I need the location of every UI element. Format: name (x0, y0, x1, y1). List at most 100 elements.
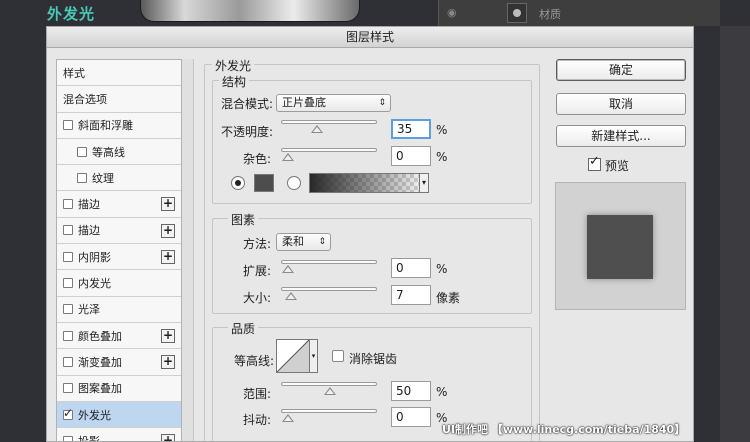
size-slider-knob[interactable] (284, 292, 297, 300)
blend-mode-value: 正片叠底 (282, 96, 326, 109)
preview-checkbox[interactable] (588, 154, 601, 171)
style-item[interactable]: 混合选项 (57, 86, 181, 113)
range-slider[interactable] (281, 382, 377, 395)
style-item-label: 内发光 (78, 277, 111, 291)
jitter-label: 抖动: (243, 413, 272, 427)
spread-input[interactable]: 0 (391, 258, 431, 278)
dialog-title: 图层样式 (47, 27, 693, 48)
style-item-checkbox[interactable] (77, 146, 87, 157)
contour-dropdown-arrow[interactable]: ▾ (310, 339, 318, 373)
jitter-input[interactable]: 0 (391, 407, 431, 427)
elements-title: 图素 (228, 211, 259, 228)
style-item-label: 混合选项 (63, 92, 107, 106)
noise-slider[interactable] (281, 148, 377, 161)
blend-mode-label: 混合模式: (221, 97, 274, 111)
range-slider-knob[interactable] (324, 387, 336, 395)
chevron-updown-icon: ⇕ (318, 237, 326, 247)
new-style-button[interactable]: 新建样式... (556, 125, 686, 147)
workspace-title: 外发光 (47, 5, 96, 23)
add-style-plus-icon[interactable]: + (161, 355, 175, 370)
structure-title: 结构 (219, 73, 250, 90)
size-input[interactable]: 7 (391, 285, 431, 305)
opacity-slider-knob[interactable] (311, 125, 324, 133)
layer-name: 材质 (539, 8, 561, 21)
range-label: 范围: (243, 387, 272, 401)
add-style-plus-icon[interactable]: + (161, 223, 175, 238)
style-item[interactable]: 纹理 (57, 165, 181, 192)
style-item-checkbox[interactable] (63, 199, 73, 210)
gradient-dropdown-arrow[interactable]: ▾ (419, 173, 429, 193)
canvas-shape-preview (140, 0, 360, 22)
style-item[interactable]: 内阴影 + (57, 244, 181, 271)
jitter-slider[interactable] (281, 409, 377, 422)
style-item[interactable]: 图案叠加 (57, 375, 181, 402)
preview-label: 预览 (605, 159, 630, 173)
style-item-checkbox[interactable] (77, 172, 87, 183)
style-item-checkbox[interactable] (63, 304, 73, 315)
opacity-input[interactable]: 35 (391, 119, 431, 139)
workspace-right-strip (720, 26, 750, 442)
spread-label: 扩展: (243, 264, 272, 278)
style-item[interactable]: 外发光 (57, 401, 181, 429)
antialias-checkbox[interactable] (332, 350, 344, 362)
jitter-slider-knob[interactable] (282, 414, 294, 422)
style-item[interactable]: 投影 + (57, 428, 181, 441)
add-style-plus-icon[interactable]: + (161, 328, 175, 343)
style-item-checkbox[interactable] (63, 383, 73, 394)
range-percent: % (436, 385, 448, 399)
style-item[interactable]: 描边 + (57, 191, 181, 218)
style-item[interactable]: 颜色叠加 + (57, 322, 181, 350)
glow-color-swatch[interactable] (254, 174, 274, 192)
size-slider[interactable] (281, 287, 377, 300)
style-item[interactable]: 斜面和浮雕 (57, 112, 181, 139)
style-item-checkbox[interactable] (63, 251, 73, 262)
layer-style-dialog: 图层样式 样式 混合选项 斜面和浮雕 等高线 纹理 描边 + 描边 + 内阴影 + 内发光 光泽 颜色叠加… (46, 26, 694, 442)
style-item-checkbox[interactable] (63, 120, 73, 131)
spread-slider[interactable] (281, 260, 377, 273)
quality-title: 品质 (228, 320, 259, 337)
noise-input[interactable]: 0 (391, 146, 431, 166)
technique-select[interactable]: 柔和 ⇕ (276, 233, 331, 251)
opacity-slider[interactable] (281, 120, 377, 133)
style-item[interactable]: 样式 (57, 60, 181, 87)
styles-list-scrollbar[interactable] (182, 59, 194, 441)
blend-mode-select[interactable]: 正片叠底 ⇕ (276, 94, 391, 112)
solid-color-radio[interactable] (231, 176, 245, 190)
style-item[interactable]: 内发光 (57, 270, 181, 297)
contour-curve-icon (277, 340, 309, 372)
style-item-label: 渐变叠加 (78, 355, 122, 369)
spread-slider-knob[interactable] (282, 265, 294, 273)
ok-button[interactable]: 确定 (556, 59, 686, 81)
style-item-label: 样式 (63, 66, 85, 80)
add-style-plus-icon[interactable]: + (161, 250, 175, 265)
style-item-checkbox[interactable] (63, 435, 73, 441)
style-item-label: 斜面和浮雕 (78, 119, 133, 133)
style-item-label: 描边 (78, 224, 100, 238)
style-item-label: 图案叠加 (78, 382, 122, 396)
layers-panel-row[interactable]: ◉ 材质 (438, 0, 720, 26)
contour-picker[interactable] (276, 339, 310, 373)
style-item-checkbox[interactable] (63, 406, 73, 420)
style-item[interactable]: 等高线 (57, 138, 181, 166)
style-item-checkbox[interactable] (63, 225, 73, 236)
style-item[interactable]: 描边 + (57, 217, 181, 245)
style-item[interactable]: 光泽 (57, 296, 181, 323)
style-item-label: 内阴影 (78, 250, 111, 264)
style-item-checkbox[interactable] (63, 278, 73, 289)
gradient-picker[interactable] (309, 173, 429, 193)
cancel-button[interactable]: 取消 (556, 93, 686, 115)
noise-slider-knob[interactable] (282, 153, 294, 161)
size-label: 大小: (243, 291, 272, 305)
noise-label: 杂色: (243, 152, 272, 166)
gradient-radio[interactable] (287, 176, 301, 190)
style-item-checkbox[interactable] (63, 330, 73, 341)
add-style-plus-icon[interactable]: + (161, 197, 175, 212)
styles-list: 样式 混合选项 斜面和浮雕 等高线 纹理 描边 + 描边 + 内阴影 + 内发光 光泽 颜色叠加 + 渐变叠加… (56, 59, 182, 441)
style-item-checkbox[interactable] (63, 356, 73, 367)
style-preview (555, 182, 686, 310)
range-input[interactable]: 50 (391, 381, 431, 401)
style-item[interactable]: 渐变叠加 + (57, 349, 181, 376)
add-style-plus-icon[interactable]: + (161, 434, 175, 441)
eye-icon[interactable]: ◉ (447, 6, 457, 19)
style-item-label: 等高线 (92, 145, 125, 159)
